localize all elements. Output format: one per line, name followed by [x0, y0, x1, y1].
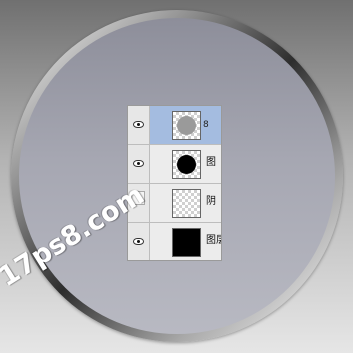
layer-thumbnail [172, 111, 201, 140]
eye-icon[interactable] [133, 160, 144, 167]
eye-icon[interactable] [133, 121, 144, 128]
black-circle-thumbnail [177, 155, 196, 174]
black-fill-thumbnail [172, 228, 201, 257]
layer-row[interactable]: 8 [128, 106, 221, 145]
layers-panel: 8 图 阴 图 [127, 105, 222, 261]
eye-icon[interactable] [133, 238, 144, 245]
layer-content[interactable]: 图 [150, 145, 221, 183]
visibility-toggle[interactable] [128, 223, 150, 260]
layer-row[interactable]: 图 [128, 145, 221, 184]
link-icon: 8 [203, 120, 209, 130]
layer-content[interactable]: 阴 [150, 184, 221, 222]
visibility-toggle[interactable] [128, 145, 150, 183]
layer-name: 阴 [206, 196, 216, 207]
layer-name: 图 [206, 157, 216, 168]
layer-name: 图层 [206, 235, 221, 246]
canvas: 8 图 阴 图 17ps8.com [0, 0, 353, 353]
layer-content[interactable]: 8 [150, 106, 221, 144]
layer-row[interactable]: 图层 [128, 223, 221, 260]
layer-thumbnail [172, 150, 201, 179]
gray-circle-thumbnail [177, 116, 196, 135]
visibility-toggle[interactable] [128, 106, 150, 144]
transparent-thumbnail [172, 189, 201, 218]
layer-content[interactable]: 图层 [150, 223, 221, 260]
